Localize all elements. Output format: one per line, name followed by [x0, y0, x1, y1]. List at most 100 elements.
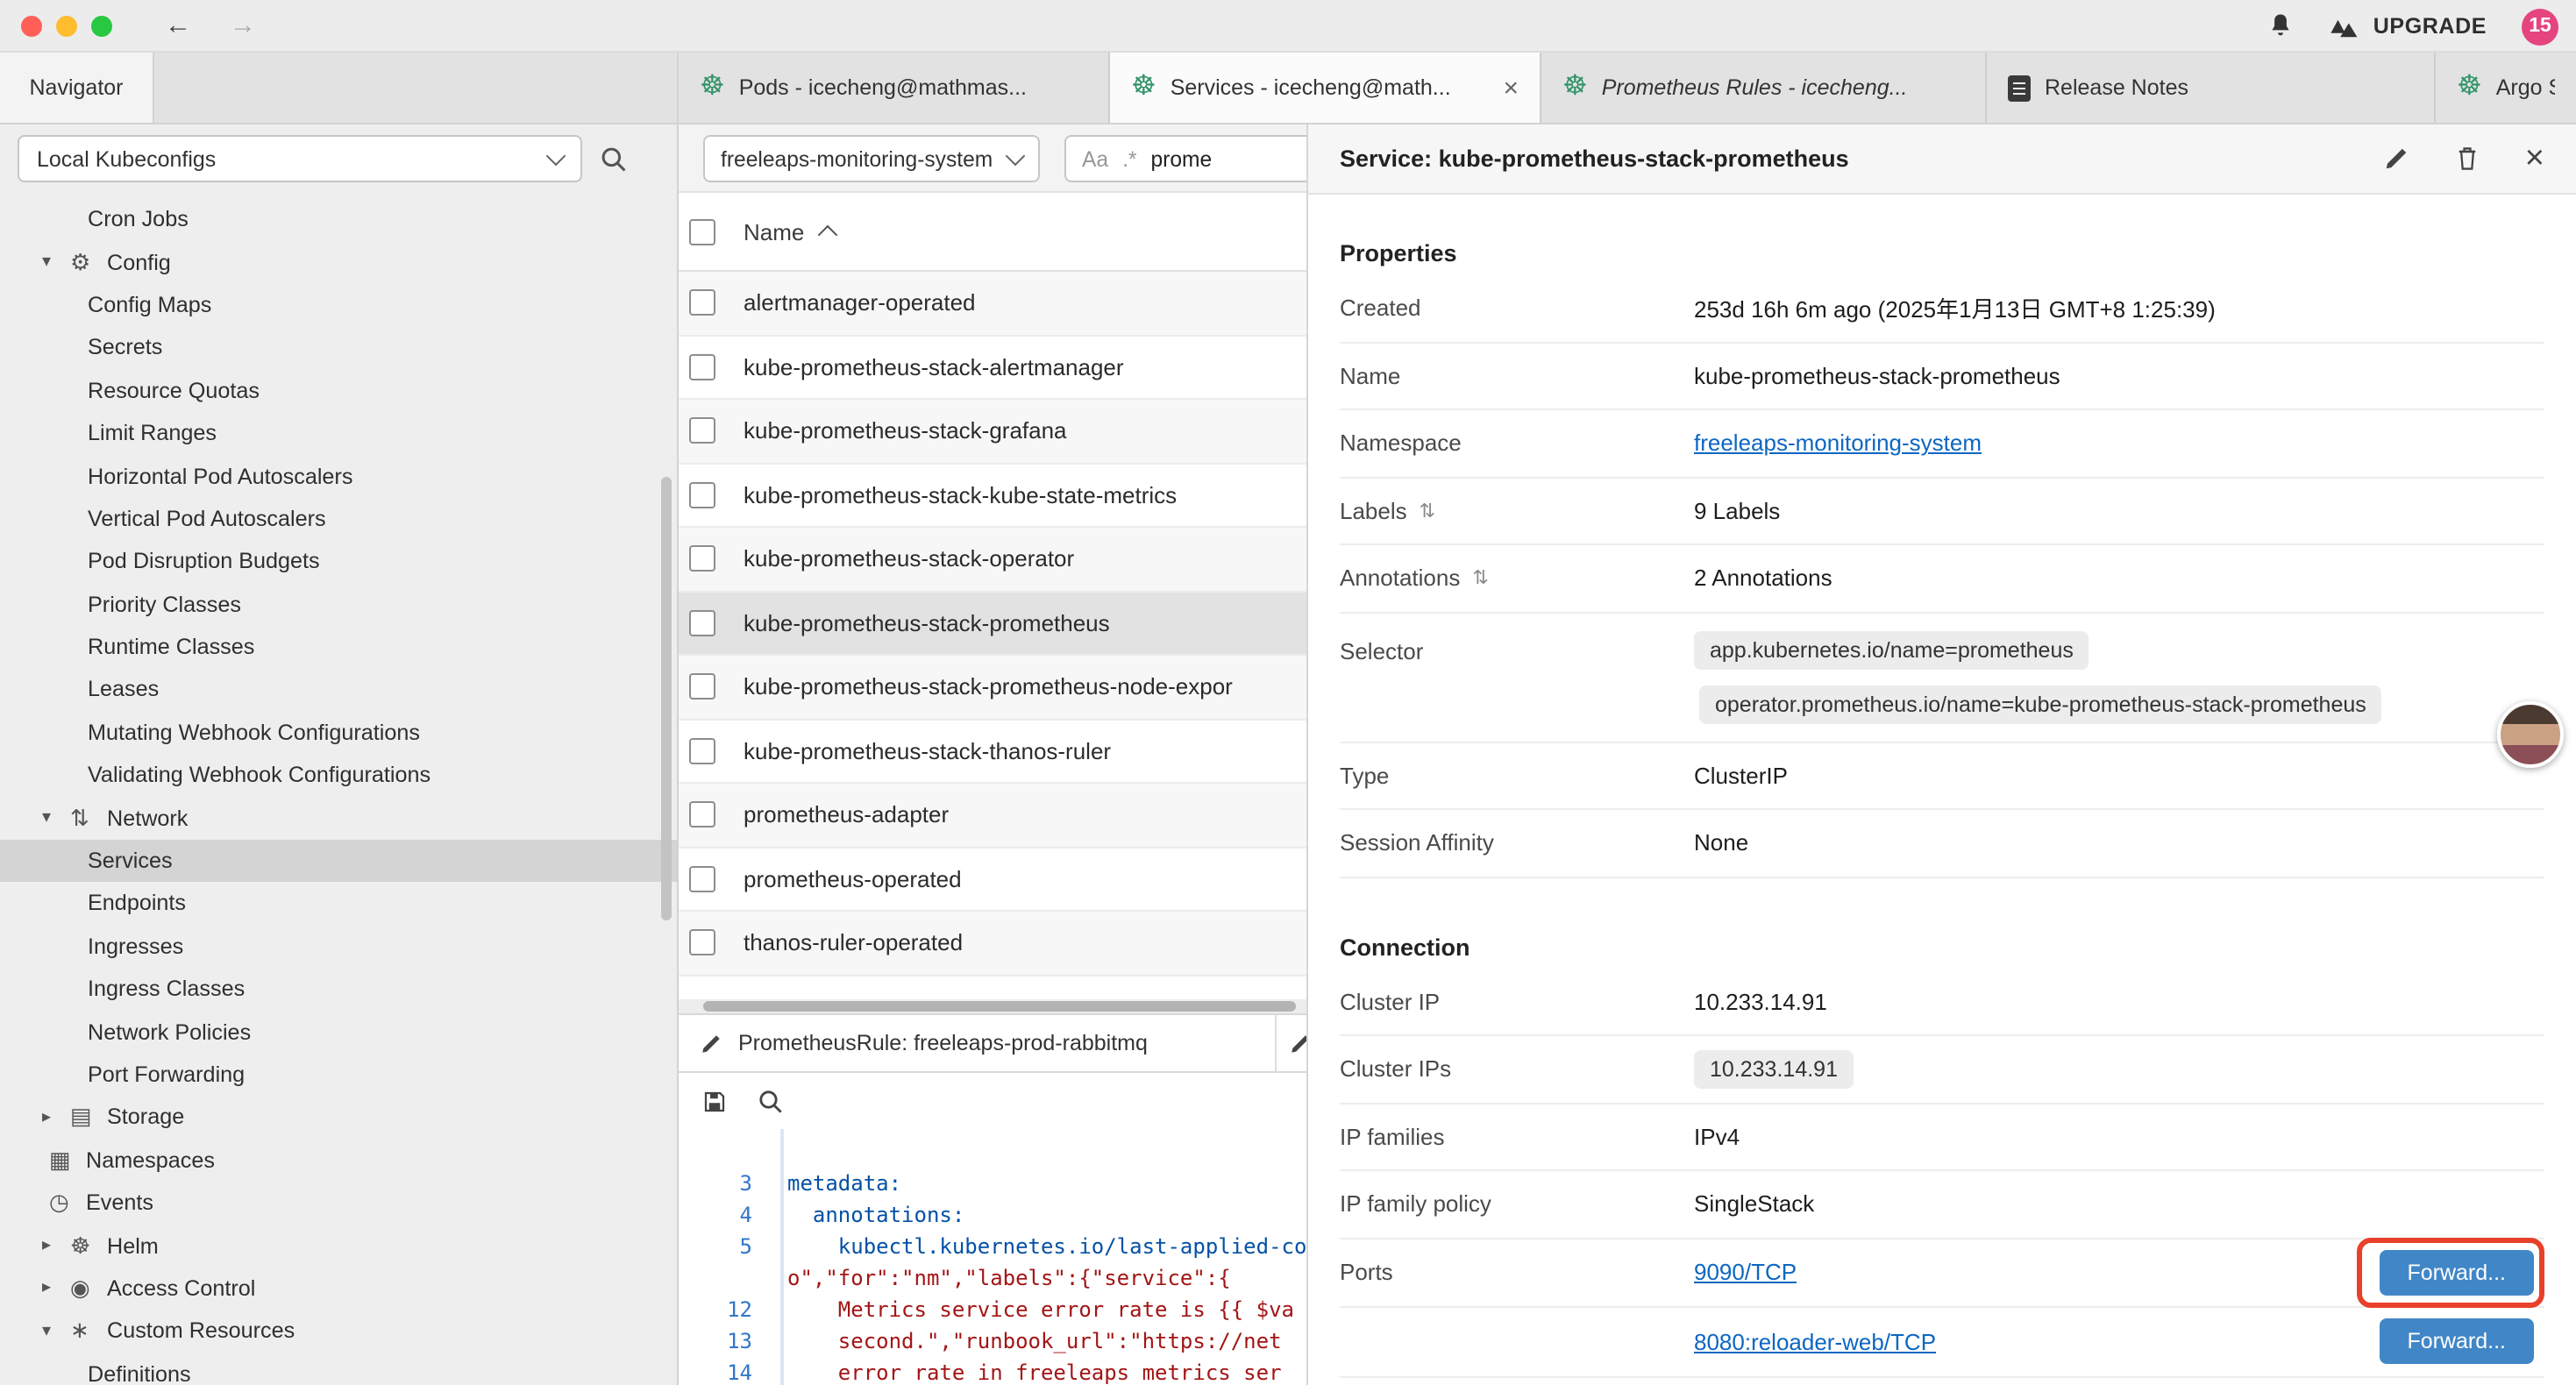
forward-button[interactable]: →	[230, 12, 256, 39]
dock-tab-prometheusrule[interactable]: PrometheusRule: freeleaps-prod-rabbitmq	[679, 1015, 1277, 1071]
table-row[interactable]: kube-prometheus-stack-prometheus-node-ex…	[679, 656, 1306, 720]
edit-pencil-icon[interactable]	[2383, 146, 2409, 172]
sidebar-item-ingress-classes[interactable]: Ingress Classes	[0, 968, 677, 1011]
editor-line: o","for":"nm","labels":{"service":{	[679, 1262, 1306, 1294]
port-link[interactable]: 9090/TCP	[1694, 1260, 1797, 1286]
row-checkbox[interactable]	[689, 866, 715, 892]
sidebar-item-leases[interactable]: Leases	[0, 669, 677, 712]
window-minimize-button[interactable]	[56, 15, 77, 36]
table-row[interactable]: kube-prometheus-stack-grafana	[679, 400, 1306, 464]
table-row[interactable]: thanos-ruler-operated	[679, 912, 1306, 976]
dock-tab-partial[interactable]	[1277, 1015, 1306, 1071]
table-row[interactable]: kube-prometheus-stack-alertmanager	[679, 336, 1306, 400]
sidebar-item-ingresses[interactable]: Ingresses	[0, 925, 677, 968]
sidebar-item-definitions[interactable]: Definitions	[0, 1353, 677, 1385]
table-row[interactable]: kube-prometheus-stack-operator	[679, 528, 1306, 592]
sidebar-group-config[interactable]: ▾ ⚙ Config	[0, 241, 677, 284]
sidebar-scrollbar[interactable]	[661, 477, 672, 920]
tab-release-notes[interactable]: Release Notes	[1987, 53, 2436, 123]
sidebar-item-runtime-classes[interactable]: Runtime Classes	[0, 626, 677, 669]
delete-trash-icon[interactable]	[2455, 146, 2480, 172]
sidebar-item-priority-classes[interactable]: Priority Classes	[0, 583, 677, 626]
sidebar-group-custom-resources[interactable]: ▾ ∗ Custom Resources	[0, 1310, 677, 1353]
chevron-down-icon: ▾	[42, 252, 70, 272]
sidebar-item-secrets[interactable]: Secrets	[0, 326, 677, 369]
sidebar-item-events[interactable]: ◷ Events	[0, 1182, 677, 1225]
sidebar-item-config-maps[interactable]: Config Maps	[0, 284, 677, 327]
expand-collapse-icon[interactable]: ⇅	[1420, 500, 1435, 522]
detail-row-ports-2: 8080:reloader-web/TCP Forward...	[1340, 1308, 2544, 1377]
match-case-toggle[interactable]: Aa	[1082, 146, 1108, 171]
sidebar-item-endpoints[interactable]: Endpoints	[0, 883, 677, 926]
sidebar-group-helm[interactable]: ▸ ☸ Helm	[0, 1225, 677, 1268]
close-icon[interactable]: ×	[2525, 142, 2544, 175]
search-icon[interactable]	[758, 1088, 784, 1114]
sidebar-item-mutating-webhook-configurations[interactable]: Mutating Webhook Configurations	[0, 711, 677, 754]
sidebar-group-storage[interactable]: ▸ ▤ Storage	[0, 1096, 677, 1139]
sidebar-group-access-control[interactable]: ▸ ◉ Access Control	[0, 1268, 677, 1310]
window-zoom-button[interactable]	[91, 15, 112, 36]
sort-ascending-icon[interactable]	[817, 225, 837, 245]
yaml-editor[interactable]: 3metadata: 4 annotations: 5 kubectl.kube…	[679, 1129, 1306, 1385]
sidebar-item-services[interactable]: Services	[0, 840, 677, 883]
tab-argo[interactable]: ☸ Argo Se	[2436, 53, 2576, 123]
namespace-link[interactable]: freeleaps-monitoring-system	[1694, 430, 2544, 457]
save-icon[interactable]	[701, 1088, 728, 1114]
row-checkbox[interactable]	[689, 290, 715, 316]
notification-count-badge[interactable]: 15	[2522, 8, 2558, 45]
back-button[interactable]: ←	[165, 12, 191, 39]
row-checkbox[interactable]	[689, 930, 715, 956]
row-checkbox[interactable]	[689, 482, 715, 508]
sidebar-item-resource-quotas[interactable]: Resource Quotas	[0, 369, 677, 412]
regex-toggle[interactable]: .*	[1122, 146, 1136, 171]
tab-pods[interactable]: ☸ Pods - icecheng@mathmas...	[679, 53, 1110, 123]
search-icon[interactable]	[600, 145, 628, 173]
navigator-tab[interactable]: Navigator	[0, 53, 154, 123]
row-checkbox[interactable]	[689, 738, 715, 764]
table-row[interactable]: kube-prometheus-stack-kube-state-metrics	[679, 464, 1306, 528]
app-window: ← → UPGRADE 15 ☸ Pods - icecheng@mathmas…	[0, 0, 2576, 1385]
select-all-checkbox[interactable]	[689, 218, 715, 245]
row-checkbox[interactable]	[689, 802, 715, 828]
sidebar-item-validating-webhook-configurations[interactable]: Validating Webhook Configurations	[0, 754, 677, 797]
sidebar-item-horizontal-pod-autoscalers[interactable]: Horizontal Pod Autoscalers	[0, 455, 677, 498]
table-row[interactable]: kube-prometheus-stack-thanos-ruler	[679, 720, 1306, 784]
forward-button[interactable]: Forward...	[2379, 1319, 2534, 1365]
horizontal-scrollbar[interactable]	[679, 999, 1306, 1013]
row-checkbox[interactable]	[689, 546, 715, 572]
tab-services[interactable]: ☸ Services - icecheng@math... ×	[1110, 53, 1541, 123]
port-link[interactable]: 8080:reloader-web/TCP	[1694, 1329, 1936, 1355]
sidebar-item-network-policies[interactable]: Network Policies	[0, 1011, 677, 1054]
expand-collapse-icon[interactable]: ⇅	[1472, 567, 1488, 590]
search-input[interactable]: Aa .* prome	[1064, 135, 1306, 182]
sidebar-item-vertical-pod-autoscalers[interactable]: Vertical Pod Autoscalers	[0, 497, 677, 540]
sidebar-item-limit-ranges[interactable]: Limit Ranges	[0, 412, 677, 455]
row-checkbox[interactable]	[689, 610, 715, 636]
upgrade-button[interactable]: UPGRADE	[2330, 14, 2487, 39]
avatar[interactable]	[2497, 701, 2564, 768]
tab-prometheus-rules[interactable]: ☸ Prometheus Rules - icecheng...	[1541, 53, 1987, 123]
sidebar-item-namespaces[interactable]: ▦ Namespaces	[0, 1139, 677, 1182]
forward-button[interactable]: Forward...	[2379, 1250, 2534, 1296]
row-checkbox[interactable]	[689, 354, 715, 380]
detail-row-ip-families: IP families IPv4	[1340, 1104, 2544, 1171]
table-row[interactable]: prometheus-operated	[679, 848, 1306, 912]
table-row[interactable]: prometheus-adapter	[679, 784, 1306, 848]
name-column-header[interactable]: Name	[744, 218, 804, 245]
tab-close-icon[interactable]: ×	[1489, 73, 1519, 103]
chevron-down-icon: ▾	[42, 808, 70, 827]
table-row[interactable]: alertmanager-operated	[679, 272, 1306, 336]
row-checkbox[interactable]	[689, 674, 715, 700]
sidebar-item-cron-jobs[interactable]: Cron Jobs	[0, 198, 677, 241]
kubeconfig-selector[interactable]: Local Kubeconfigs	[18, 135, 582, 182]
namespace-filter-dropdown[interactable]: freeleaps-monitoring-system	[703, 135, 1040, 182]
notifications-bell-icon[interactable]	[2268, 12, 2295, 40]
sidebar-item-port-forwarding[interactable]: Port Forwarding	[0, 1054, 677, 1097]
table-row-selected[interactable]: kube-prometheus-stack-prometheus	[679, 592, 1306, 656]
sidebar-item-pod-disruption-budgets[interactable]: Pod Disruption Budgets	[0, 540, 677, 583]
sidebar-group-network[interactable]: ▾ ⇅ Network	[0, 797, 677, 840]
window-close-button[interactable]	[21, 15, 42, 36]
row-checkbox[interactable]	[689, 418, 715, 444]
scrollbar-thumb[interactable]	[703, 1001, 1296, 1012]
pencil-icon	[700, 1032, 722, 1055]
